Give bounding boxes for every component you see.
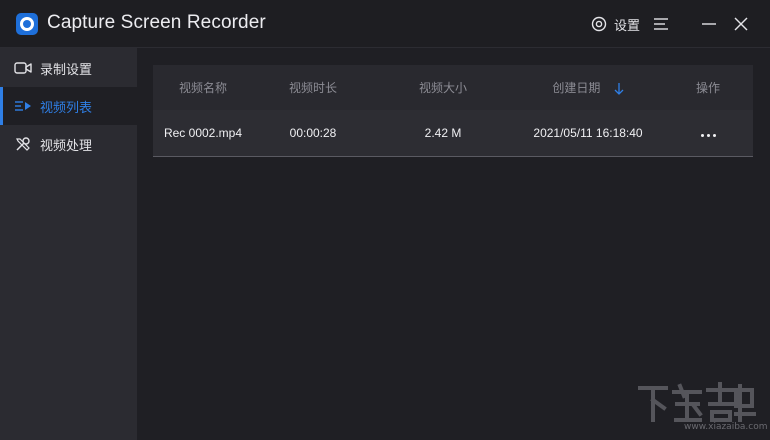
- sidebar: 录制设置 视频列表 视频处理: [0, 48, 137, 440]
- table-header: 视频名称 视频时长 视频大小 创建日期 操作: [153, 65, 753, 110]
- column-header-actions: 操作: [695, 81, 720, 95]
- sort-down-arrow-icon[interactable]: [614, 82, 624, 96]
- sidebar-item-label: 录制设置: [40, 61, 93, 77]
- column-header-size: 视频大小: [418, 81, 467, 95]
- sidebar-item-video-processing[interactable]: 视频处理: [0, 125, 137, 163]
- title-bar: Capture Screen Recorder 设置: [0, 0, 770, 48]
- close-icon[interactable]: [731, 14, 751, 34]
- cell-date: 2021/05/11 16:18:40: [533, 126, 643, 140]
- app-title: Capture Screen Recorder: [47, 12, 266, 33]
- cell-name: Rec 0002.mp4: [163, 126, 243, 140]
- column-header-name: 视频名称: [178, 81, 227, 95]
- main-content: 视频名称 视频时长 视频大小 创建日期 操作 Rec 0002.mp4 00:0…: [137, 48, 770, 440]
- cell-duration: 00:00:28: [289, 126, 337, 140]
- video-table: 视频名称 视频时长 视频大小 创建日期 操作 Rec 0002.mp4 00:0…: [153, 65, 753, 157]
- sidebar-item-label: 视频列表: [40, 99, 93, 115]
- column-header-duration: 视频时长: [288, 81, 337, 95]
- column-header-date[interactable]: 创建日期: [513, 79, 663, 96]
- more-icon[interactable]: [700, 134, 716, 137]
- settings-label: 设置: [614, 17, 641, 33]
- sidebar-item-label: 视频处理: [40, 137, 93, 153]
- gear-icon: [591, 16, 607, 32]
- settings-button[interactable]: 设置: [590, 14, 640, 34]
- sidebar-item-record-settings[interactable]: 录制设置: [0, 49, 137, 87]
- sidebar-item-video-list[interactable]: 视频列表: [0, 87, 137, 125]
- column-header-date-label: 创建日期: [552, 81, 601, 95]
- cell-size: 2.42 M: [424, 126, 462, 140]
- watermark-text: www.xiazaiba.com: [684, 422, 768, 432]
- app-window: Capture Screen Recorder 设置 录制设置 视频列表 视频处…: [0, 0, 770, 440]
- watermark-logo-graphic: [638, 382, 756, 422]
- cell-actions: [663, 126, 753, 140]
- list-icon: [14, 97, 32, 115]
- tools-icon: [14, 135, 32, 153]
- watermark-logo: www.xiazaiba.com: [636, 382, 768, 436]
- camera-icon: [14, 59, 32, 77]
- table-row[interactable]: Rec 0002.mp4 00:00:28 2.42 M 2021/05/11 …: [153, 110, 753, 157]
- app-logo-icon: [16, 13, 38, 35]
- hamburger-icon[interactable]: [651, 14, 671, 34]
- minimize-icon[interactable]: [699, 14, 719, 34]
